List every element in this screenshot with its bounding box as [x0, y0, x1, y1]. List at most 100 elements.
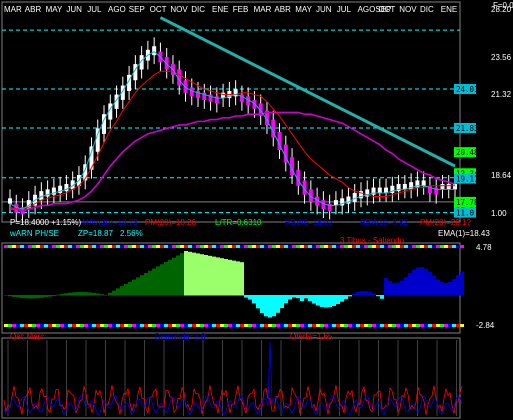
osc-band-top — [136, 245, 140, 248]
osc-bar — [292, 295, 296, 298]
osc-band-top — [52, 245, 56, 248]
osc-band-bottom — [92, 324, 96, 327]
osc-bar — [300, 295, 304, 302]
osc-band-bottom — [4, 324, 8, 327]
osc-bar — [84, 292, 88, 296]
osc-bar — [388, 281, 392, 296]
osc-band-bottom — [132, 324, 136, 327]
osc-bar — [364, 291, 368, 296]
indicator-value: L/TR=0.6310 — [215, 218, 262, 227]
osc-band-top — [188, 245, 192, 248]
osc-band-bottom — [304, 324, 308, 327]
osc-band-top — [456, 245, 460, 248]
candle-up — [446, 184, 451, 190]
month-label: FEB — [233, 5, 249, 14]
osc-bar — [256, 295, 260, 309]
osc-bar — [324, 295, 328, 308]
osc-band-top — [412, 245, 416, 248]
osc-band-bottom — [76, 324, 80, 327]
osc-bar — [80, 292, 84, 296]
osc-bar — [52, 295, 56, 296]
osc-bar — [280, 295, 284, 309]
month-label: MAR — [254, 5, 272, 14]
osc-band-bottom — [392, 324, 396, 327]
osc-bar — [348, 295, 352, 297]
osc-bar — [304, 295, 308, 299]
osc-bar — [424, 268, 428, 296]
osc-bar — [144, 273, 148, 296]
osc-band-bottom — [252, 324, 256, 327]
osc-band-top — [208, 245, 212, 248]
osc-bar — [72, 292, 76, 296]
osc-bar — [404, 277, 408, 296]
osc-band-bottom — [224, 324, 228, 327]
osc-band-top — [396, 245, 400, 248]
osc-band-top — [332, 245, 336, 248]
osc-bar — [148, 270, 152, 296]
osc-bar — [8, 295, 12, 297]
osc-bar — [116, 288, 120, 296]
osc-band-bottom — [44, 324, 48, 327]
osc-band-top — [216, 245, 220, 248]
osc-band-top — [152, 245, 156, 248]
osc-band-top — [220, 245, 224, 248]
osc-band-bottom — [452, 324, 456, 327]
osc-band-bottom — [456, 324, 460, 327]
osc-band-top — [104, 245, 108, 248]
osc-band-top — [320, 245, 324, 248]
candle-up — [8, 198, 12, 204]
osc-band-bottom — [440, 324, 444, 327]
osc-bar — [400, 280, 404, 296]
osc-band-top — [72, 245, 76, 248]
osc-band-top — [176, 245, 180, 248]
osc-band-bottom — [168, 324, 172, 327]
osc-band-bottom — [12, 324, 16, 327]
osc-band-top — [16, 245, 20, 248]
osc-band-top — [132, 245, 136, 248]
osc-band-top — [284, 245, 288, 248]
osc-band-top — [84, 245, 88, 248]
osc-band-bottom — [404, 324, 408, 327]
osc-band-bottom — [52, 324, 56, 327]
osc-band-top — [420, 245, 424, 248]
osc-band-top — [424, 245, 428, 248]
osc-band-bottom — [184, 324, 188, 327]
month-label: ABR — [25, 5, 42, 14]
osc-bar — [444, 282, 448, 296]
osc-band-bottom — [36, 324, 40, 327]
osc-band-top — [172, 245, 176, 248]
osc-band-bottom — [300, 324, 304, 327]
month-label: DIC — [191, 5, 205, 14]
osc-band-top — [36, 245, 40, 248]
osc-band-bottom — [152, 324, 156, 327]
month-label: JUN — [316, 5, 332, 14]
osc-band-top — [268, 245, 272, 248]
indicator-value: RBW10=8.82 — [360, 218, 408, 227]
osc-band-top — [384, 245, 388, 248]
price-tag-text: 11.0 — [456, 209, 475, 218]
indicator-value: EMA(1)=18.43 — [438, 229, 490, 238]
osc-bar — [20, 295, 24, 299]
osc-band-top — [252, 245, 256, 248]
osc-band-bottom — [176, 324, 180, 327]
osc-band-top — [452, 245, 456, 248]
bottom-indicator-label: Demanda=1.8 — [155, 332, 206, 341]
osc-band-bottom — [88, 324, 92, 327]
osc-band-bottom — [416, 324, 420, 327]
osc-band-bottom — [312, 324, 316, 327]
osc-band-bottom — [84, 324, 88, 327]
osc-band-bottom — [236, 324, 240, 327]
osc-bar — [88, 292, 92, 296]
price-tag-text: 21.83 — [456, 124, 479, 133]
osc-bar — [396, 282, 400, 296]
osc-bar — [204, 255, 208, 296]
osc-band-top — [444, 245, 448, 248]
osc-bar — [232, 260, 236, 296]
osc-bar — [260, 295, 264, 314]
indicator-value: wARN PH/SE — [9, 229, 59, 238]
osc-band-bottom — [396, 324, 400, 327]
osc-band-top — [144, 245, 148, 248]
chart-background — [0, 0, 513, 420]
osc-band-bottom — [276, 324, 280, 327]
stock-chart[interactable]: MAR ABR MAY JUN JUL AGO SEP OCT NOV DIC ENE FEB MAR A… — [0, 0, 513, 420]
